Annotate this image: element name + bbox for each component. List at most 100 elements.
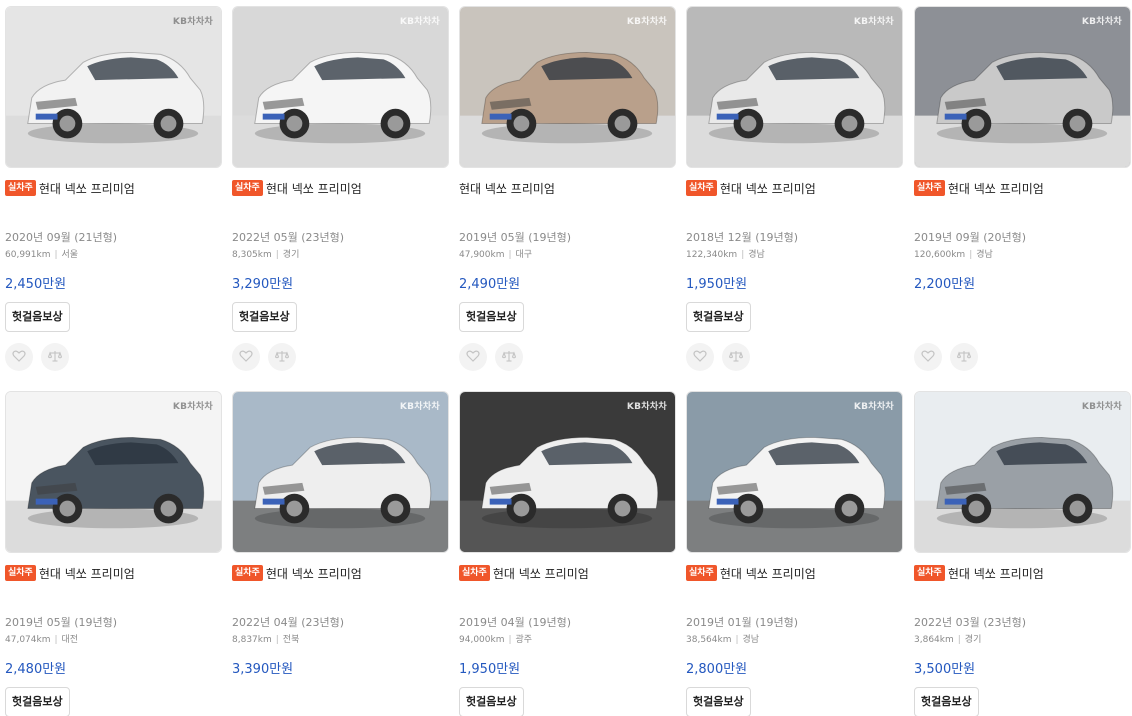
car-card[interactable]: KB차차차 실차주 현대 넥쏘 프리미엄 2022년 04월 (23년형) 8,…	[232, 391, 449, 716]
car-title-row[interactable]: 실차주 현대 넥쏘 프리미엄	[686, 564, 816, 582]
heart-icon	[693, 348, 707, 367]
car-photo[interactable]: KB차차차	[459, 391, 676, 553]
car-title-row[interactable]: 실차주 현대 넥쏘 프리미엄	[914, 179, 1044, 197]
car-price: 1,950만원	[686, 277, 748, 292]
car-title-row[interactable]: 실차주 현대 넥쏘 프리미엄	[459, 564, 589, 582]
meta-separator: |	[275, 635, 279, 645]
trade-in-compensation-button[interactable]: 헛걸음보상	[5, 302, 70, 332]
car-title[interactable]: 현대 넥쏘 프리미엄	[948, 565, 1044, 582]
car-mileage: 8,305km	[232, 250, 272, 260]
car-title-row[interactable]: 실차주 현대 넥쏘 프리미엄	[5, 179, 135, 197]
favorite-button[interactable]	[914, 343, 942, 371]
car-mileage: 122,340km	[686, 250, 738, 260]
heart-icon	[921, 348, 935, 367]
car-photo[interactable]: KB차차차	[686, 6, 903, 168]
trade-in-compensation-button[interactable]: 헛걸음보상	[459, 687, 524, 716]
car-card[interactable]: KB차차차 실차주 현대 넥쏘 프리미엄 2020년 09월 (21년형) 60…	[5, 6, 222, 376]
car-price: 2,200만원	[914, 277, 976, 292]
trade-in-compensation-button[interactable]: 헛걸음보상	[459, 302, 524, 332]
car-card[interactable]: KB차차차 현대 넥쏘 프리미엄 2019년 05월 (19년형) 47,900…	[459, 6, 676, 376]
car-region: 대구	[515, 250, 533, 260]
car-meta: 8,305km | 경기	[232, 247, 299, 260]
car-title[interactable]: 현대 넥쏘 프리미엄	[493, 565, 589, 582]
heart-icon	[12, 348, 26, 367]
car-title[interactable]: 현대 넥쏘 프리미엄	[720, 565, 816, 582]
favorite-button[interactable]	[232, 343, 260, 371]
car-title-row[interactable]: 현대 넥쏘 프리미엄	[459, 179, 555, 197]
car-mileage: 47,074km	[5, 635, 51, 645]
car-title[interactable]: 현대 넥쏘 프리미엄	[948, 180, 1044, 197]
car-title[interactable]: 현대 넥쏘 프리미엄	[459, 180, 555, 197]
car-card[interactable]: KB차차차 실차주 현대 넥쏘 프리미엄 2019년 01월 (19년형) 38…	[686, 391, 903, 716]
car-year: 2019년 01월 (19년형)	[686, 616, 799, 629]
car-card[interactable]: KB차차차 실차주 현대 넥쏘 프리미엄 2022년 03월 (23년형) 3,…	[914, 391, 1131, 716]
car-photo[interactable]: KB차차차	[232, 391, 449, 553]
car-title[interactable]: 현대 넥쏘 프리미엄	[266, 180, 362, 197]
car-photo[interactable]: KB차차차	[686, 391, 903, 553]
car-card[interactable]: KB차차차 실차주 현대 넥쏘 프리미엄 2018년 12월 (19년형) 12…	[686, 6, 903, 376]
car-photo[interactable]: KB차차차	[232, 6, 449, 168]
car-title-row[interactable]: 실차주 현대 넥쏘 프리미엄	[914, 564, 1044, 582]
compare-button[interactable]	[495, 343, 523, 371]
car-photo[interactable]: KB차차차	[914, 6, 1131, 168]
car-photo[interactable]: KB차차차	[914, 391, 1131, 553]
car-photo[interactable]: KB차차차	[459, 6, 676, 168]
car-title[interactable]: 현대 넥쏘 프리미엄	[720, 180, 816, 197]
scale-icon	[501, 348, 517, 367]
car-title[interactable]: 현대 넥쏘 프리미엄	[39, 565, 135, 582]
compare-button[interactable]	[268, 343, 296, 371]
car-card[interactable]: KB차차차 실차주 현대 넥쏘 프리미엄 2019년 05월 (19년형) 47…	[5, 391, 222, 716]
trade-in-compensation-button[interactable]: 헛걸음보상	[686, 687, 751, 716]
car-mileage: 38,564km	[686, 635, 732, 645]
heart-icon	[466, 348, 480, 367]
car-title-row[interactable]: 실차주 현대 넥쏘 프리미엄	[232, 564, 362, 582]
car-title[interactable]: 현대 넥쏘 프리미엄	[266, 565, 362, 582]
trade-in-compensation-button[interactable]: 헛걸음보상	[5, 687, 70, 716]
card-actions	[232, 343, 304, 371]
trade-in-compensation-button[interactable]: 헛걸음보상	[232, 302, 297, 332]
owner-badge: 실차주	[5, 180, 36, 196]
car-title-row[interactable]: 실차주 현대 넥쏘 프리미엄	[686, 179, 816, 197]
car-year: 2022년 03월 (23년형)	[914, 616, 1027, 629]
photo-watermark: KB차차차	[399, 402, 440, 412]
car-card[interactable]: KB차차차 실차주 현대 넥쏘 프리미엄 2022년 05월 (23년형) 8,…	[232, 6, 449, 376]
meta-separator: |	[54, 635, 58, 645]
car-title[interactable]: 현대 넥쏘 프리미엄	[39, 180, 135, 197]
compare-button[interactable]	[41, 343, 69, 371]
photo-watermark: KB차차차	[172, 402, 213, 412]
owner-badge: 실차주	[686, 565, 717, 581]
car-year: 2020년 09월 (21년형)	[5, 231, 118, 244]
meta-separator: |	[957, 635, 961, 645]
car-meta: 47,074km | 대전	[5, 632, 78, 645]
car-region: 광주	[515, 635, 533, 645]
car-price: 2,450만원	[5, 277, 67, 292]
favorite-button[interactable]	[686, 343, 714, 371]
car-meta: 120,600km | 경남	[914, 247, 993, 260]
car-card[interactable]: KB차차차 실차주 현대 넥쏘 프리미엄 2019년 09월 (20년형) 12…	[914, 6, 1131, 376]
photo-watermark: KB차차차	[399, 17, 440, 27]
car-price: 2,480만원	[5, 662, 67, 677]
favorite-button[interactable]	[459, 343, 487, 371]
owner-badge: 실차주	[686, 180, 717, 196]
owner-badge: 실차주	[914, 565, 945, 581]
card-actions	[5, 343, 77, 371]
car-meta: 47,900km | 대구	[459, 247, 532, 260]
car-region: 전북	[282, 635, 300, 645]
favorite-button[interactable]	[5, 343, 33, 371]
car-region: 대전	[61, 635, 79, 645]
card-actions	[914, 343, 986, 371]
car-year: 2019년 05월 (19년형)	[459, 231, 572, 244]
car-title-row[interactable]: 실차주 현대 넥쏘 프리미엄	[232, 179, 362, 197]
meta-separator: |	[735, 635, 739, 645]
meta-separator: |	[741, 250, 745, 260]
compare-button[interactable]	[722, 343, 750, 371]
car-photo[interactable]: KB차차차	[5, 391, 222, 553]
trade-in-compensation-button[interactable]: 헛걸음보상	[686, 302, 751, 332]
car-meta: 60,991km | 서울	[5, 247, 78, 260]
compare-button[interactable]	[950, 343, 978, 371]
trade-in-compensation-button[interactable]: 헛걸음보상	[914, 687, 979, 716]
car-title-row[interactable]: 실차주 현대 넥쏘 프리미엄	[5, 564, 135, 582]
photo-watermark: KB차차차	[626, 17, 667, 27]
car-card[interactable]: KB차차차 실차주 현대 넥쏘 프리미엄 2019년 04월 (19년형) 94…	[459, 391, 676, 716]
car-photo[interactable]: KB차차차	[5, 6, 222, 168]
